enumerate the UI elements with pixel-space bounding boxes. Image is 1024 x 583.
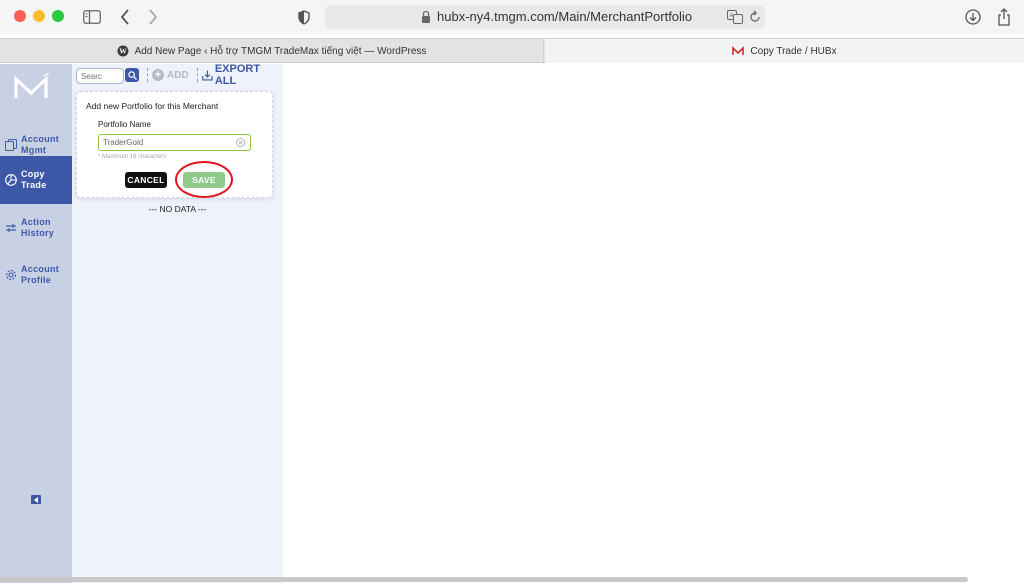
pie-icon bbox=[5, 174, 17, 186]
sidebar-item-action-history[interactable]: Action History bbox=[0, 205, 72, 251]
sliders-icon bbox=[6, 224, 16, 232]
logo bbox=[14, 73, 49, 98]
clear-icon[interactable] bbox=[236, 138, 245, 147]
toolbar-divider bbox=[197, 68, 198, 82]
gear-icon bbox=[6, 270, 16, 280]
address-bar[interactable]: hubx-ny4.tmgm.com/Main/MerchantPortfolio… bbox=[325, 5, 765, 29]
translate-icon[interactable]: A bbox=[727, 10, 743, 24]
tab-copy-trade[interactable]: Copy Trade / HUBx bbox=[545, 39, 1024, 63]
forward-icon[interactable] bbox=[146, 7, 160, 27]
search-icon bbox=[127, 70, 137, 80]
lock-icon bbox=[422, 10, 430, 23]
toolbar-divider bbox=[147, 68, 148, 82]
reload-icon[interactable] bbox=[749, 10, 761, 24]
add-label: ADD bbox=[167, 69, 189, 81]
zoom-window-button[interactable] bbox=[52, 10, 64, 22]
download-icon bbox=[202, 70, 213, 81]
app-sidebar: Account Mgmt Copy Trade Action History Acco… bbox=[0, 64, 72, 583]
add-button[interactable]: + ADD bbox=[152, 68, 189, 82]
export-label: EXPORT ALL bbox=[214, 63, 261, 87]
share-icon[interactable] bbox=[995, 7, 1013, 27]
export-all-button[interactable]: EXPORT ALL bbox=[202, 63, 283, 87]
horizontal-scrollbar[interactable] bbox=[0, 577, 968, 582]
dialog-title: Add new Portfolio for this Merchant bbox=[86, 101, 219, 111]
sidebar-item-label: Account Mgmt bbox=[21, 134, 60, 155]
cancel-button[interactable]: CANCEL bbox=[125, 172, 167, 188]
tmgm-icon bbox=[732, 46, 745, 55]
highlight-circle bbox=[175, 161, 233, 198]
sidebar-item-label: Copy Trade bbox=[21, 169, 47, 190]
caret-left-icon bbox=[34, 496, 38, 503]
url-text: hubx-ny4.tmgm.com/Main/MerchantPortfolio bbox=[437, 9, 693, 24]
svg-text:W: W bbox=[119, 47, 127, 56]
sidebar-item-label: Action History bbox=[21, 217, 55, 238]
tab-bar: W Add New Page ‹ Hỗ trợ TMGM TradeMax ti… bbox=[0, 38, 1024, 63]
download-icon[interactable] bbox=[964, 7, 982, 27]
shield-icon[interactable] bbox=[297, 7, 311, 27]
max-length-hint: * Maximum 18 characters bbox=[98, 154, 167, 160]
back-icon[interactable] bbox=[118, 7, 132, 27]
search-button[interactable] bbox=[125, 68, 139, 82]
panel-toolbar: + ADD EXPORT ALL bbox=[72, 63, 283, 88]
add-portfolio-dialog: Add new Portfolio for this Merchant Port… bbox=[76, 91, 273, 198]
portfolio-name-input[interactable]: TraderGold bbox=[98, 134, 251, 151]
close-window-button[interactable] bbox=[14, 10, 26, 22]
search-input[interactable] bbox=[76, 68, 124, 84]
empty-state-text: --- NO DATA --- bbox=[148, 204, 207, 214]
wordpress-icon: W bbox=[117, 45, 129, 57]
collapse-sidebar-button[interactable] bbox=[31, 495, 41, 504]
tab-label: Add New Page ‹ Hỗ trợ TMGM TradeMax tiến… bbox=[134, 45, 427, 57]
portfolio-name-label: Portfolio Name bbox=[98, 120, 151, 129]
sidebar-toggle-icon[interactable] bbox=[82, 7, 102, 27]
browser-toolbar: hubx-ny4.tmgm.com/Main/MerchantPortfolio… bbox=[0, 0, 1024, 34]
tab-label: Copy Trade / HUBx bbox=[750, 45, 837, 57]
sidebar-item-label: Account Profile bbox=[21, 264, 60, 285]
plus-icon: + bbox=[152, 69, 164, 81]
sidebar-item-account-profile[interactable]: Account Profile bbox=[0, 252, 72, 298]
tab-wordpress[interactable]: W Add New Page ‹ Hỗ trợ TMGM TradeMax ti… bbox=[0, 39, 544, 63]
minimize-window-button[interactable] bbox=[33, 10, 45, 22]
portfolio-panel: + ADD EXPORT ALL Add new Portfolio for t… bbox=[72, 63, 283, 583]
copy-icon bbox=[5, 139, 17, 151]
svg-text:A: A bbox=[730, 14, 734, 20]
sidebar-item-copy-trade[interactable]: Copy Trade bbox=[0, 156, 72, 204]
portfolio-name-value: TraderGold bbox=[103, 138, 144, 147]
